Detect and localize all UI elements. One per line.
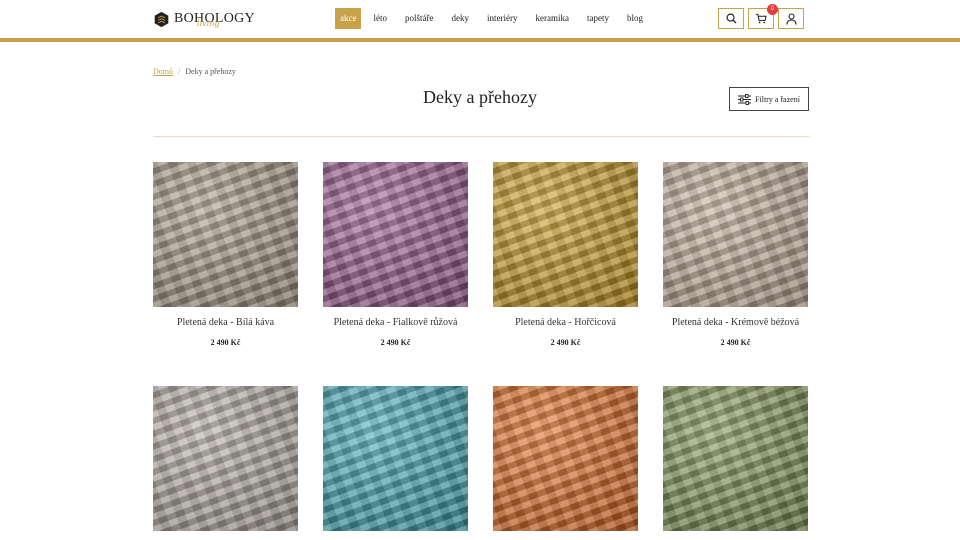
- product-price: 2 490 Kč: [550, 338, 581, 347]
- product-card[interactable]: [663, 386, 808, 531]
- product-image[interactable]: [663, 386, 808, 531]
- product-image[interactable]: [493, 386, 638, 531]
- site-header: BOHOLOGY living akce léto polštáře deky …: [0, 0, 960, 38]
- breadcrumb-current: Deky a přehozy: [185, 67, 236, 76]
- logo-icon: [154, 11, 169, 27]
- product-image[interactable]: [153, 386, 298, 531]
- product-price: 2 490 Kč: [210, 338, 241, 347]
- search-button[interactable]: [718, 8, 744, 29]
- product-image[interactable]: [663, 162, 808, 307]
- product-card[interactable]: Pletená deka - Krémově béžová 2 490 Kč: [663, 162, 808, 347]
- product-card[interactable]: Pletená deka - Bílá káva 2 490 Kč: [153, 162, 298, 347]
- product-price: 2 490 Kč: [380, 338, 411, 347]
- brand-logo[interactable]: BOHOLOGY living: [153, 8, 255, 30]
- cart-count-badge: 0: [767, 4, 778, 15]
- product-image[interactable]: [153, 162, 298, 307]
- search-icon: [726, 13, 737, 24]
- breadcrumb-separator: /: [178, 67, 181, 76]
- header-accent-bar: [0, 38, 960, 42]
- product-card[interactable]: Pletená deka - Fialkově růžová 2 490 Kč: [323, 162, 468, 347]
- product-image[interactable]: [323, 162, 468, 307]
- product-name[interactable]: Pletená deka - Krémově béžová: [663, 317, 808, 328]
- section-divider: [153, 136, 809, 137]
- nav-item-tapety[interactable]: tapety: [581, 8, 615, 29]
- product-image[interactable]: [493, 162, 638, 307]
- filter-sort-button[interactable]: Filtry a řazení: [729, 87, 809, 111]
- user-icon: [785, 12, 797, 25]
- product-name[interactable]: Pletená deka - Bílá káva: [153, 317, 298, 328]
- filter-sort-label: Filtry a řazení: [755, 94, 800, 104]
- nav-item-polstare[interactable]: polštáře: [399, 8, 440, 29]
- nav-item-deky[interactable]: deky: [445, 8, 475, 29]
- nav-item-leto[interactable]: léto: [367, 8, 393, 29]
- cart-button[interactable]: 0: [748, 4, 778, 29]
- product-card[interactable]: [493, 386, 638, 531]
- product-price: 2 490 Kč: [720, 338, 751, 347]
- breadcrumb: Domů / Deky a přehozy: [153, 67, 236, 76]
- nav-item-interiery[interactable]: interiéry: [481, 8, 524, 29]
- brand-tagline: living: [197, 19, 220, 28]
- cart-icon: [755, 13, 767, 24]
- nav-item-keramika[interactable]: keramika: [529, 8, 574, 29]
- product-name[interactable]: Pletená deka - Fialkově růžová: [323, 317, 468, 328]
- product-card[interactable]: [323, 386, 468, 531]
- main-nav: akce léto polštáře deky interiéry kerami…: [335, 8, 655, 29]
- nav-item-akce[interactable]: akce: [335, 8, 362, 29]
- product-image[interactable]: [323, 386, 468, 531]
- account-button[interactable]: [778, 8, 804, 29]
- product-card[interactable]: Pletená deka - Hořčicová 2 490 Kč: [493, 162, 638, 347]
- product-name[interactable]: Pletená deka - Hořčicová: [493, 317, 638, 328]
- nav-item-blog[interactable]: blog: [621, 8, 649, 29]
- breadcrumb-home-link[interactable]: Domů: [153, 67, 173, 76]
- page-title: Deky a přehozy: [423, 87, 537, 107]
- sliders-icon: [738, 93, 752, 105]
- product-card[interactable]: [153, 386, 298, 531]
